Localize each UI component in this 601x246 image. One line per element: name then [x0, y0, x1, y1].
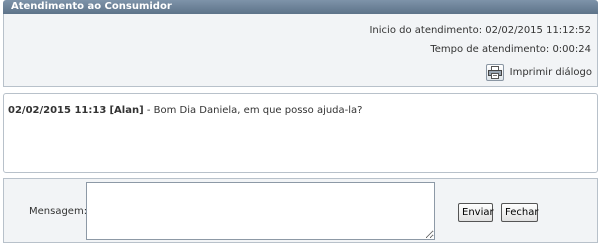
session-start-line: Inicio do atendimento: 02/02/2015 11:12:… [369, 25, 591, 36]
print-dialog-button[interactable]: Imprimir diálogo [485, 62, 592, 82]
close-button[interactable]: Fechar [501, 203, 538, 222]
session-info-panel: Inicio do atendimento: 02/02/2015 11:12:… [3, 14, 598, 87]
message-compose-panel: Mensagem: Enviar Fechar [3, 178, 598, 243]
message-timestamp: 02/02/2015 11:13 [8, 105, 107, 116]
session-elapsed-value: 0:00:24 [552, 44, 591, 55]
customer-service-window: Atendimento ao Consumidor Inicio do aten… [0, 0, 601, 246]
printer-icon[interactable] [485, 63, 504, 81]
message-text: Bom Dia Daniela, em que posso ajuda-la? [153, 105, 363, 116]
session-elapsed-line: Tempo de atendimento: 0:00:24 [430, 44, 591, 55]
message-input[interactable] [86, 182, 435, 240]
message-sender: [Alan] [109, 105, 144, 116]
send-button[interactable]: Enviar [458, 203, 494, 222]
session-start-label: Inicio do atendimento: [369, 25, 483, 36]
session-start-value: 02/02/2015 11:12:52 [485, 25, 591, 36]
message-label: Mensagem: [29, 206, 88, 217]
chat-dialog-area: 02/02/2015 11:13 [Alan] - Bom Dia Daniel… [3, 93, 598, 173]
window-title: Atendimento ao Consumidor [3, 0, 598, 14]
message-separator: - [143, 105, 154, 116]
print-dialog-label[interactable]: Imprimir diálogo [510, 67, 592, 78]
chat-message: 02/02/2015 11:13 [Alan] - Bom Dia Daniel… [8, 105, 593, 116]
session-elapsed-label: Tempo de atendimento: [430, 44, 550, 55]
